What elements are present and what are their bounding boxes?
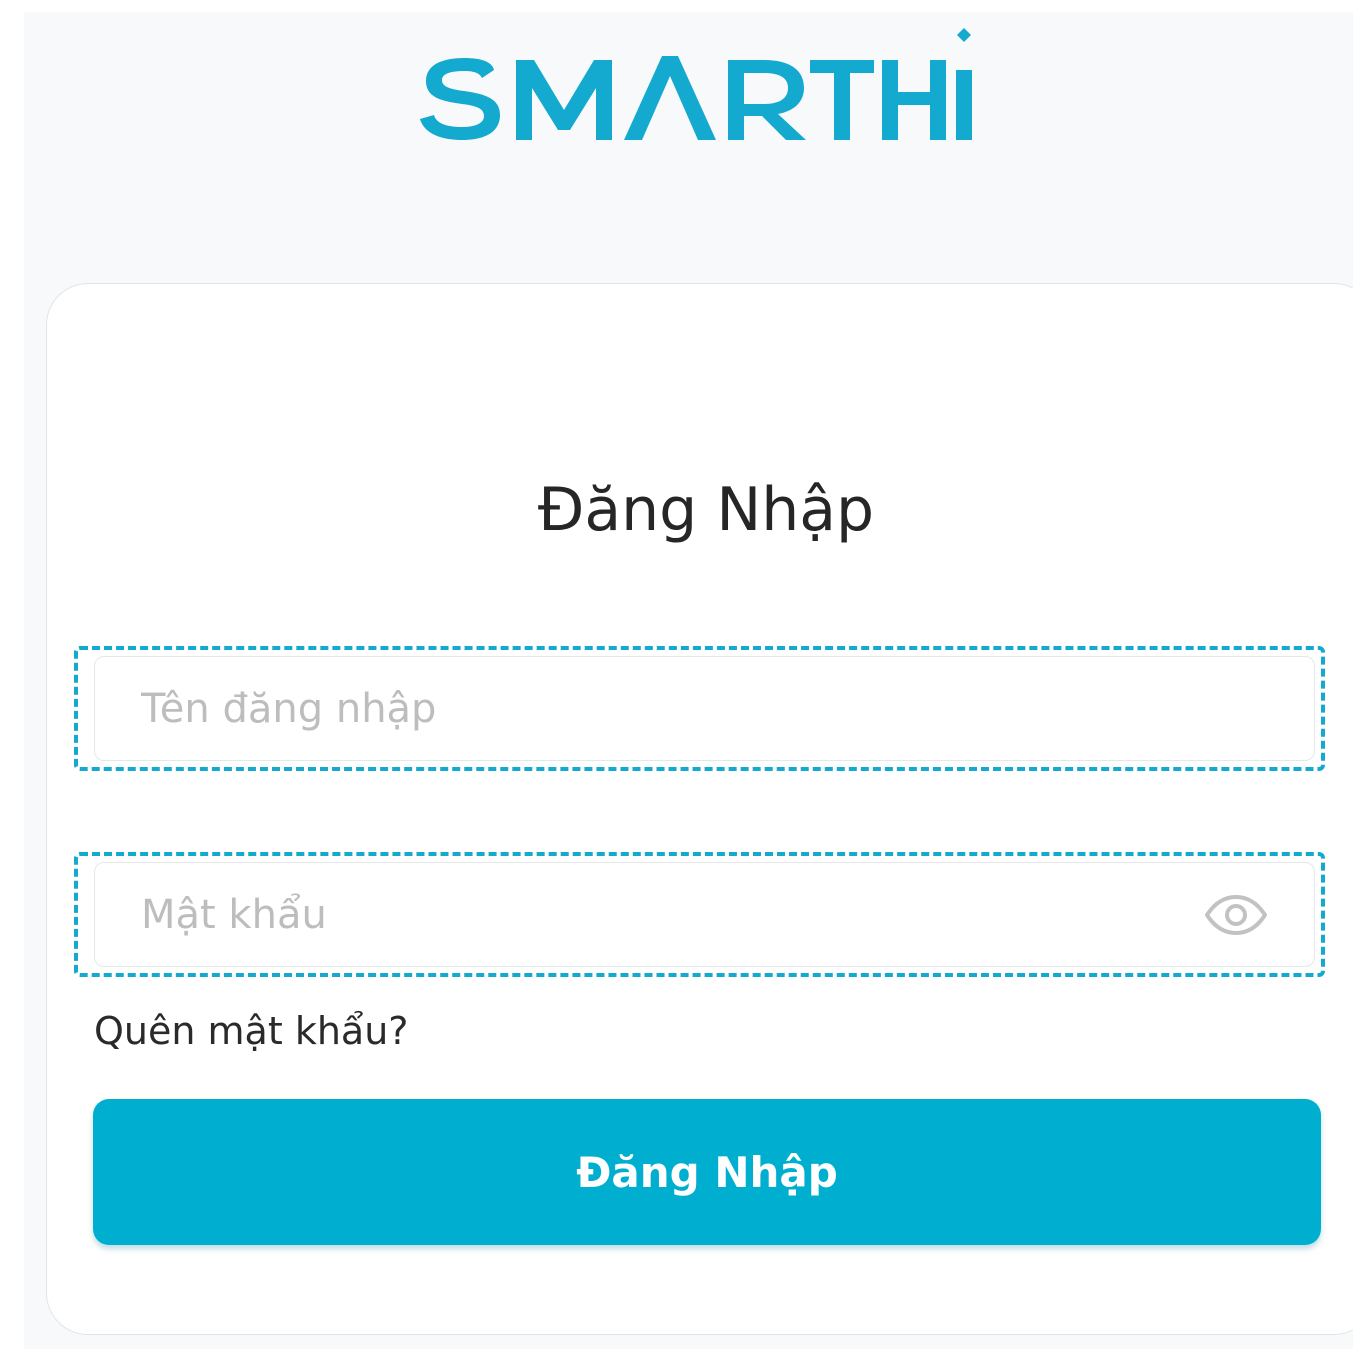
login-title: Đăng Nhập [537, 475, 875, 545]
username-input[interactable] [141, 657, 1210, 760]
password-input[interactable] [141, 863, 1210, 966]
forgot-password-link[interactable]: Quên mật khẩu? [94, 1006, 408, 1056]
login-button[interactable]: Đăng Nhập [93, 1099, 1321, 1245]
username-field[interactable] [74, 646, 1325, 771]
password-input-box[interactable] [94, 862, 1315, 967]
smarthiz-logo-graphic [420, 28, 972, 140]
brand-logo [418, 26, 994, 146]
eye-icon[interactable] [1204, 894, 1268, 935]
password-field[interactable] [74, 852, 1325, 977]
username-input-box[interactable] [94, 656, 1315, 761]
